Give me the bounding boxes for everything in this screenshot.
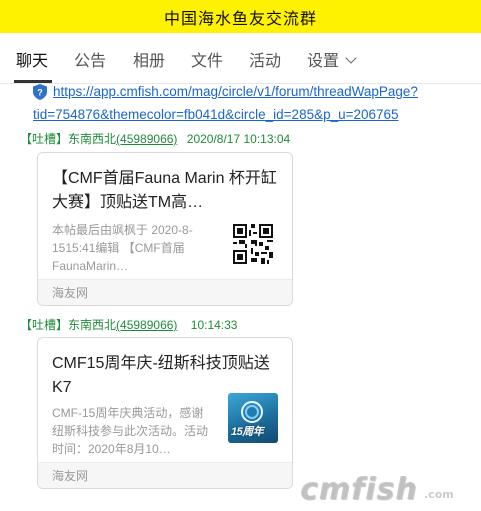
tab-album-label: 相册: [133, 53, 166, 70]
shield-icon: ?: [33, 84, 47, 100]
chat-area[interactable]: ? https://app.cmfish.com/mag/circle/v1/f…: [0, 84, 481, 511]
watermark-suffix: .com: [424, 488, 454, 501]
card-description: 本帖最后由飒枫于 2020-8-1515:41编辑 【CMF首届FaunaMar…: [52, 223, 193, 273]
message-link-line-2[interactable]: tid=754876&themecolor=fb041d&circle_id=2…: [33, 107, 399, 122]
card-source: 海友网: [38, 462, 292, 488]
share-card[interactable]: 【CMF首届Fauna Marin 杯开缸大赛】顶贴送TM高… 本帖最后由飒枫于…: [37, 152, 293, 306]
card-source: 海友网: [38, 279, 292, 305]
message-tag: 【吐槽】: [20, 132, 69, 146]
tab-announcements-label: 公告: [74, 53, 107, 70]
tab-settings[interactable]: 设置: [307, 33, 357, 83]
window-title: 中国海水鱼友交流群: [163, 10, 317, 28]
message-tag: 【吐槽】: [20, 318, 69, 332]
tab-files[interactable]: 文件: [191, 33, 223, 83]
sender-name[interactable]: 东南西北: [68, 132, 116, 146]
tab-activities-label: 活动: [249, 53, 282, 70]
tab-activities[interactable]: 活动: [249, 33, 281, 83]
cmf15-thumbnail: 15周年: [228, 393, 278, 443]
active-tab-indicator: [14, 80, 52, 83]
tab-chat[interactable]: 聊天: [16, 33, 48, 83]
tab-chat-label: 聊天: [16, 53, 49, 70]
message-link-line-1[interactable]: https://app.cmfish.com/mag/circle/v1/for…: [53, 84, 418, 99]
tab-settings-label: 设置: [307, 53, 340, 70]
card-title: 【CMF首届Fauna Marin 杯开缸大赛】顶贴送TM高…: [52, 170, 277, 211]
card-description: CMF-15周年庆典活动，感谢纽斯科技参与此次活动。活动时间：2020年8月10…: [52, 406, 209, 456]
svg-text:?: ?: [37, 88, 43, 98]
tab-album[interactable]: 相册: [133, 33, 165, 83]
message-meta: 【吐槽】东南西北(45989066) 2020/8/17 10:13:04: [20, 130, 290, 147]
share-card[interactable]: CMF15周年庆-纽斯科技顶贴送K7 CMF-15周年庆典活动，感谢纽斯科技参与…: [37, 337, 293, 489]
chevron-down-icon: [345, 52, 357, 64]
tab-bar: 聊天 公告 相册 文件 活动 设置: [0, 33, 481, 84]
watermark-logo: cmfish: [300, 472, 418, 507]
message-time: 2020/8/17 10:13:04: [186, 132, 291, 146]
sender-uid[interactable]: (45989066): [116, 318, 177, 332]
ring-graphic: [241, 401, 263, 423]
title-bar: 中国海水鱼友交流群: [0, 0, 481, 33]
message-meta: 【吐槽】东南西北(45989066) 10:14:33: [20, 316, 237, 333]
thumbnail-badge: 15周年: [231, 426, 264, 438]
sender-uid[interactable]: (45989066): [116, 132, 177, 146]
sender-name[interactable]: 东南西北: [68, 318, 116, 332]
tab-announcements[interactable]: 公告: [74, 33, 106, 83]
message-time: 10:14:33: [190, 318, 238, 332]
tab-files-label: 文件: [191, 53, 224, 70]
qr-code-thumbnail: [231, 222, 275, 266]
